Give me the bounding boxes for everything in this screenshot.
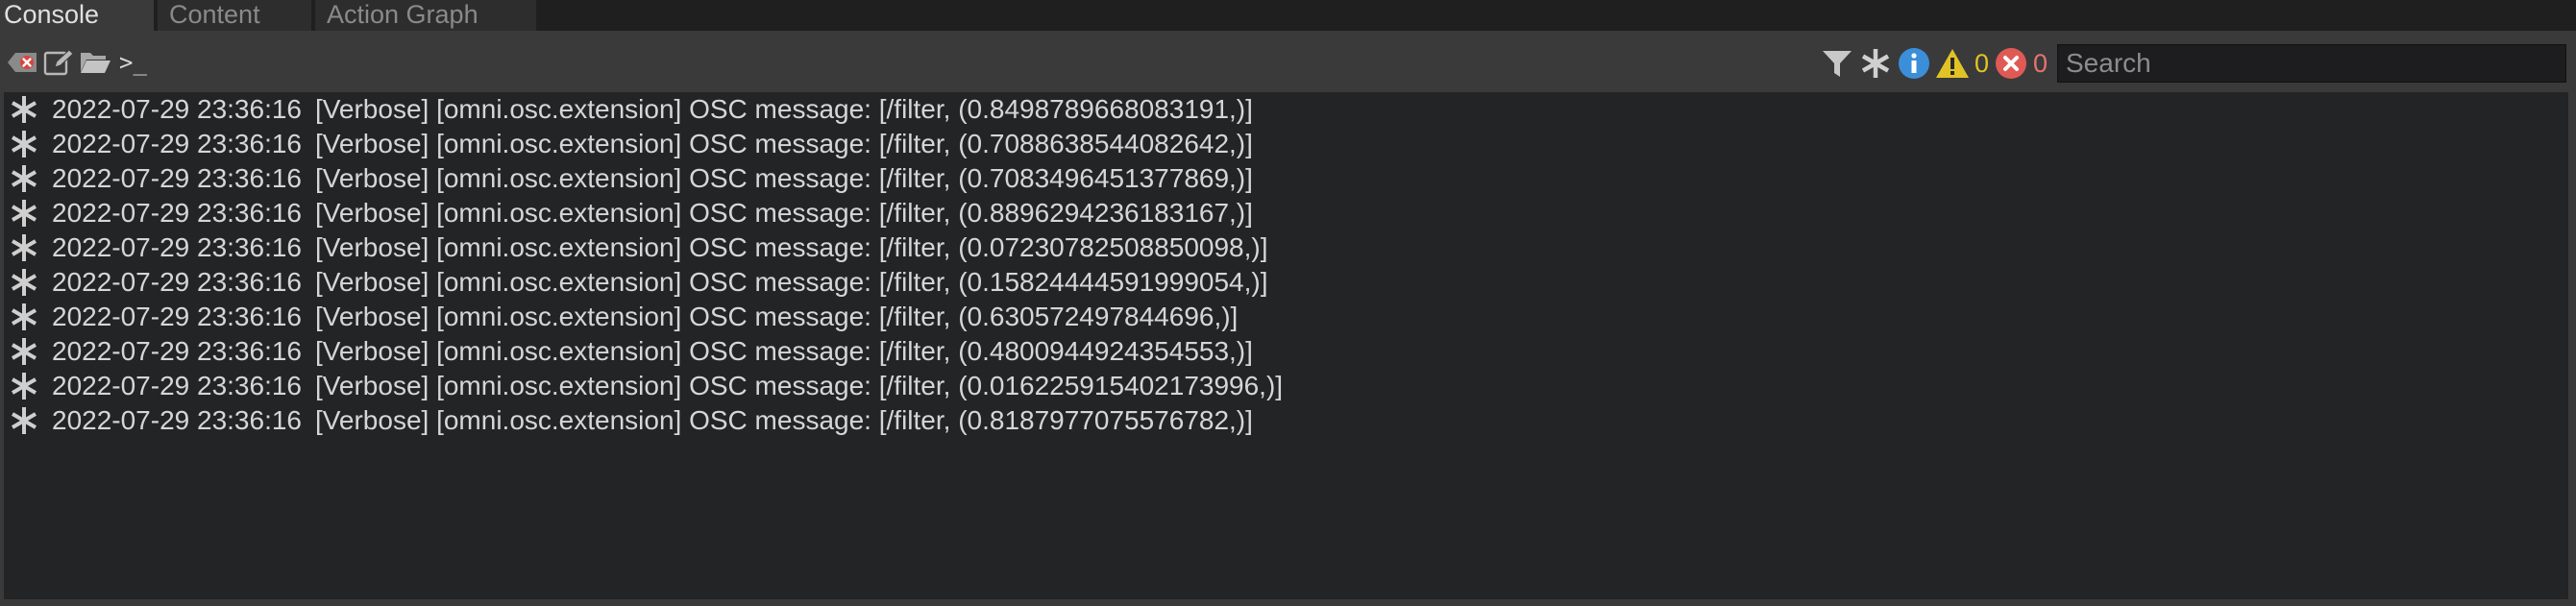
log-message: [Verbose] [omni.osc.extension] OSC messa… — [315, 163, 1253, 193]
error-icon[interactable] — [1993, 45, 2029, 82]
warning-icon[interactable] — [1934, 45, 1971, 82]
log-timestamp: 2022-07-29 23:36:16 — [52, 163, 302, 193]
log-message: [Verbose] [omni.osc.extension] OSC messa… — [315, 129, 1253, 158]
tab-console[interactable]: Console — [0, 0, 154, 31]
verbose-icon[interactable] — [1857, 45, 1894, 82]
log-line[interactable]: 2022-07-29 23:36:16 [Verbose] [omni.osc.… — [4, 230, 2568, 265]
verbose-asterisk-icon — [8, 196, 40, 230]
log-timestamp: 2022-07-29 23:36:16 — [52, 198, 302, 228]
verbose-asterisk-icon — [8, 403, 40, 438]
command-prompt-button[interactable]: >_ — [119, 49, 147, 76]
log-timestamp: 2022-07-29 23:36:16 — [52, 336, 302, 366]
error-count: 0 — [2032, 48, 2048, 78]
log-message: [Verbose] [omni.osc.extension] OSC messa… — [315, 405, 1253, 435]
warning-count: 0 — [1974, 48, 1989, 78]
verbose-asterisk-icon — [8, 300, 40, 334]
log-line[interactable]: 2022-07-29 23:36:16 [Verbose] [omni.osc.… — [4, 196, 2568, 230]
log-line[interactable]: 2022-07-29 23:36:16 [Verbose] [omni.osc.… — [4, 127, 2568, 161]
info-icon[interactable] — [1896, 45, 1932, 82]
log-message: [Verbose] [omni.osc.extension] OSC messa… — [315, 371, 1284, 400]
open-folder-icon[interactable] — [79, 48, 111, 77]
log-message: [Verbose] [omni.osc.extension] OSC messa… — [315, 198, 1253, 228]
verbose-asterisk-icon — [8, 230, 40, 265]
verbose-asterisk-icon — [8, 334, 40, 369]
console-toolbar: >_ 0 0 Search — [0, 31, 2576, 92]
verbose-asterisk-icon — [8, 265, 40, 300]
log-line[interactable]: 2022-07-29 23:36:16 [Verbose] [omni.osc.… — [4, 161, 2568, 196]
verbose-asterisk-icon — [8, 127, 40, 161]
log-message: [Verbose] [omni.osc.extension] OSC messa… — [315, 302, 1239, 331]
log-line[interactable]: 2022-07-29 23:36:16 [Verbose] [omni.osc.… — [4, 403, 2568, 438]
console-window: Console Content Action Graph >_ 0 0 Sear… — [0, 0, 2576, 606]
tab-bar: Console Content Action Graph — [0, 0, 2576, 31]
log-message: [Verbose] [omni.osc.extension] OSC messa… — [315, 267, 1268, 297]
tab-content[interactable]: Content — [158, 0, 311, 31]
log-message: [Verbose] [omni.osc.extension] OSC messa… — [315, 336, 1253, 366]
log-line[interactable]: 2022-07-29 23:36:16 [Verbose] [omni.osc.… — [4, 369, 2568, 403]
console-log-area[interactable]: 2022-07-29 23:36:16 [Verbose] [omni.osc.… — [4, 92, 2568, 599]
verbose-asterisk-icon — [8, 161, 40, 196]
log-message: [Verbose] [omni.osc.extension] OSC messa… — [315, 94, 1253, 124]
log-line[interactable]: 2022-07-29 23:36:16 [Verbose] [omni.osc.… — [4, 92, 2568, 127]
log-line[interactable]: 2022-07-29 23:36:16 [Verbose] [omni.osc.… — [4, 300, 2568, 334]
log-message: [Verbose] [omni.osc.extension] OSC messa… — [315, 232, 1268, 262]
tab-action-graph[interactable]: Action Graph — [315, 0, 536, 31]
toolbar-left-group: >_ — [6, 48, 147, 77]
toolbar-right-group: 0 0 — [1819, 44, 2566, 83]
log-line[interactable]: 2022-07-29 23:36:16 [Verbose] [omni.osc.… — [4, 265, 2568, 300]
log-timestamp: 2022-07-29 23:36:16 — [52, 405, 302, 435]
log-timestamp: 2022-07-29 23:36:16 — [52, 371, 302, 400]
log-timestamp: 2022-07-29 23:36:16 — [52, 302, 302, 331]
edit-icon[interactable] — [42, 48, 75, 77]
log-timestamp: 2022-07-29 23:36:16 — [52, 232, 302, 262]
log-timestamp: 2022-07-29 23:36:16 — [52, 129, 302, 158]
log-timestamp: 2022-07-29 23:36:16 — [52, 267, 302, 297]
verbose-asterisk-icon — [8, 92, 40, 127]
filter-icon[interactable] — [1819, 45, 1855, 82]
log-line[interactable]: 2022-07-29 23:36:16 [Verbose] [omni.osc.… — [4, 334, 2568, 369]
clear-console-icon[interactable] — [6, 48, 38, 77]
log-timestamp: 2022-07-29 23:36:16 — [52, 94, 302, 124]
verbose-asterisk-icon — [8, 369, 40, 403]
search-input[interactable] — [2057, 44, 2566, 83]
